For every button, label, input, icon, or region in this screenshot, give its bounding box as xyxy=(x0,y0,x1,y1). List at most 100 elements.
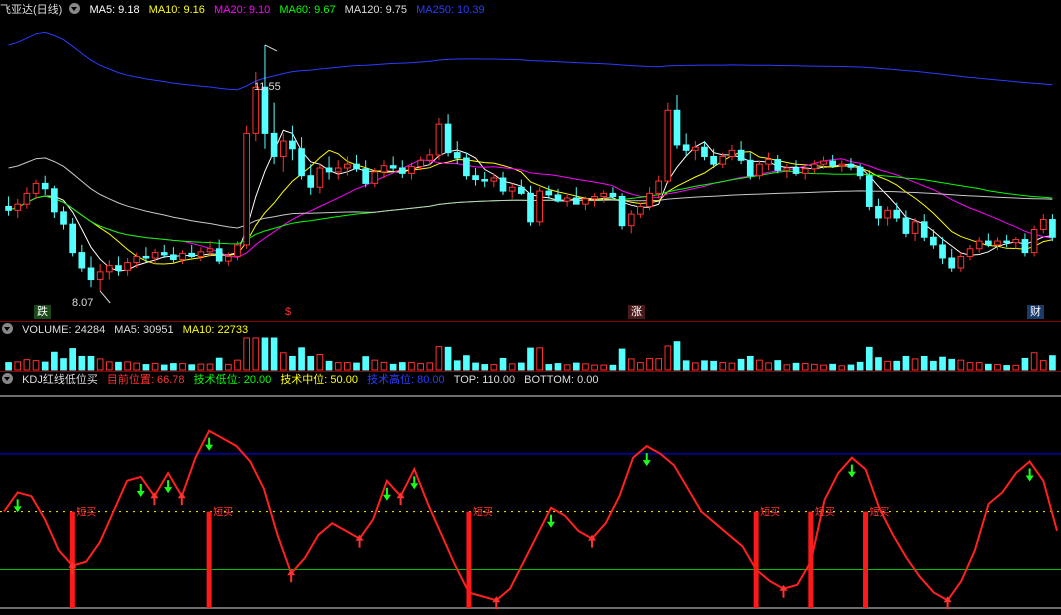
candle-body xyxy=(307,175,315,188)
candle-body xyxy=(78,252,86,269)
candle-body xyxy=(1030,229,1038,254)
volume-bar xyxy=(600,364,608,371)
volume-bar xyxy=(847,364,855,371)
candle-body xyxy=(1039,219,1047,231)
volume-bar xyxy=(78,355,86,371)
volume-bar xyxy=(627,358,635,371)
volume-bar xyxy=(179,363,186,371)
candle-body xyxy=(728,149,736,157)
volume-bar xyxy=(1003,365,1010,371)
candle-body xyxy=(1003,240,1010,244)
volume-bar xyxy=(206,363,214,371)
candle-body xyxy=(463,157,470,177)
buy-signal-bar xyxy=(466,511,472,608)
volume-bar xyxy=(115,361,122,371)
volume-bar xyxy=(783,364,791,371)
panel-menu-icon[interactable] xyxy=(2,373,13,384)
volume-bar xyxy=(664,345,672,371)
candle-body xyxy=(875,205,882,219)
volume-bar xyxy=(545,364,553,371)
volume-bar xyxy=(902,355,910,371)
candle-body xyxy=(179,252,186,261)
volume-bar xyxy=(875,357,882,371)
sell-arrow-icon xyxy=(205,437,214,451)
event-marker-fall[interactable]: 跌 xyxy=(34,305,51,319)
candle-body xyxy=(637,205,644,215)
low-pointer xyxy=(99,290,111,304)
candle-body xyxy=(829,160,837,167)
ma10-label: MA10: 9.16 xyxy=(148,4,205,16)
candle-body xyxy=(362,168,370,184)
event-marker-finance[interactable]: 财 xyxy=(1027,305,1044,319)
candle-body xyxy=(884,209,891,219)
volume-bar xyxy=(197,363,205,371)
buy-label: 短买 xyxy=(870,506,890,519)
candle-body xyxy=(984,240,992,246)
volume-bar xyxy=(637,362,644,371)
volume-bar xyxy=(270,337,278,371)
candle-body xyxy=(353,163,360,170)
volume-bar xyxy=(975,362,983,371)
volume-bar xyxy=(435,346,443,371)
volume-bar xyxy=(5,362,12,371)
volume-bar xyxy=(463,355,470,371)
candle-body xyxy=(582,198,589,205)
event-marker-dollar[interactable]: $ xyxy=(282,305,294,319)
sell-arrow-icon xyxy=(642,453,651,467)
candle-body xyxy=(664,109,672,182)
volume-bar xyxy=(490,364,498,371)
candle-body xyxy=(646,192,653,207)
volume-bar xyxy=(994,364,1001,371)
volume-bar xyxy=(353,362,360,371)
kdj-low: 技术低位: 20.00 xyxy=(193,374,272,386)
kdj-bottom: BOTTOM: 0.00 xyxy=(524,374,599,386)
candle-body xyxy=(325,167,333,173)
volume-bar xyxy=(289,355,296,371)
volume-bar xyxy=(87,355,95,371)
event-marker-rise[interactable]: 涨 xyxy=(628,305,645,319)
candle-body xyxy=(124,262,131,271)
high-price-label: 11.55 xyxy=(254,81,281,93)
high-pointer xyxy=(264,44,278,52)
candle-body xyxy=(719,155,727,165)
volume-bar xyxy=(408,361,415,371)
candle-body xyxy=(115,265,122,271)
volume-bar xyxy=(444,346,452,371)
volume-bar xyxy=(1030,352,1038,371)
candle-body xyxy=(32,182,40,194)
candle-body xyxy=(508,186,516,192)
panel-menu-icon[interactable] xyxy=(2,323,13,334)
volume-bar xyxy=(655,358,663,371)
volume-label: VOLUME: 24284 xyxy=(22,324,106,336)
volume-bar xyxy=(1049,355,1056,371)
candle-body xyxy=(1012,239,1020,244)
panel-menu-icon[interactable] xyxy=(69,3,81,14)
candle-body xyxy=(261,86,269,134)
volume-bar xyxy=(224,363,232,371)
sell-arrow-icon xyxy=(547,514,556,528)
candle-body xyxy=(554,194,562,202)
candle-body xyxy=(151,252,159,259)
volume-bar xyxy=(719,362,727,371)
kdj-title: KDJ红线低位买 xyxy=(22,374,98,386)
candle-body xyxy=(545,190,553,196)
buy-arrow-icon xyxy=(177,492,186,506)
candle-body xyxy=(774,159,782,171)
buy-signal-bar xyxy=(206,511,212,608)
buy-signal-bar xyxy=(808,511,814,608)
volume-bar xyxy=(554,363,562,371)
candle-body xyxy=(1021,239,1029,254)
candle-body xyxy=(737,149,745,161)
candle-body xyxy=(939,244,946,259)
volume-bar xyxy=(243,337,250,371)
volume-bar xyxy=(133,362,141,371)
candle-body xyxy=(490,177,498,182)
candle-body xyxy=(380,165,388,173)
candle-body xyxy=(188,252,196,257)
ma250-label: MA250: 10.39 xyxy=(416,4,485,16)
volume-bar xyxy=(756,359,763,371)
volume-bar xyxy=(591,364,598,371)
candle-body xyxy=(252,86,260,134)
candle-body xyxy=(344,163,351,169)
volume-bar xyxy=(23,359,31,371)
